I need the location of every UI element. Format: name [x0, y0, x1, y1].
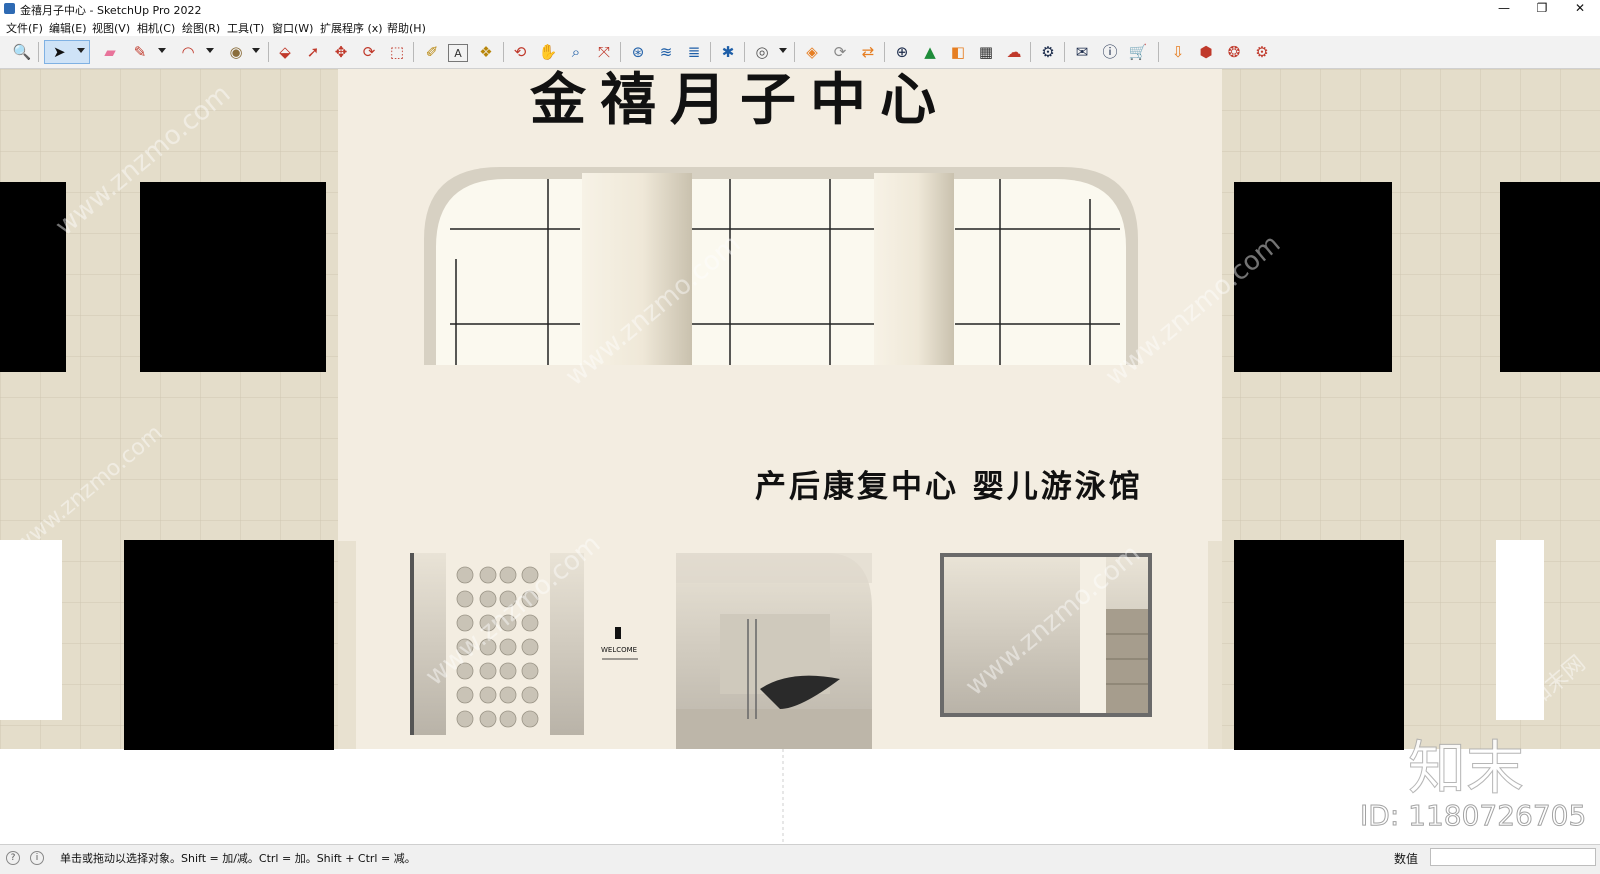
toolbar-separator [503, 42, 504, 62]
toolbar-separator [1064, 42, 1065, 62]
menu-tools[interactable]: 工具(T) [227, 20, 264, 36]
mail-icon[interactable]: ✉ [1070, 40, 1094, 64]
main-toolbar: 🔍 ➤ ▰ ✎ ◠ ◉ ⬙ ➚ ✥ ⟳ ⬚ ✐ A ❖ ⟲ ✋ ⌕ ⤧ ⊛ ≋ … [0, 36, 1600, 69]
toolbar-separator [1030, 42, 1031, 62]
move-icon[interactable]: ✥ [329, 40, 353, 64]
layers-icon[interactable]: ≣ [682, 40, 706, 64]
welcome-label: WELCOME [601, 646, 638, 654]
menu-view[interactable]: 视图(V) [92, 20, 130, 36]
window-title: 金禧月子中心 - SketchUp Pro 2022 [20, 4, 202, 17]
settings-icon[interactable]: ⚙ [1250, 40, 1274, 64]
add-circle-icon[interactable]: ⊕ [890, 40, 914, 64]
pencil-dropdown-caret[interactable] [158, 48, 166, 53]
toolbar-separator [710, 42, 711, 62]
checker-icon[interactable]: ▦ [974, 40, 998, 64]
zoom-icon[interactable]: 🔍 [10, 40, 34, 64]
user-dropdown-caret[interactable] [779, 48, 787, 53]
watermark-logo: 知末 [1407, 734, 1525, 803]
watermark-id: ID: 1180726705 [1359, 799, 1587, 833]
menu-window[interactable]: 窗口(W) [272, 20, 313, 36]
credits-icon[interactable]: i [30, 851, 44, 865]
status-message: 单击或拖动以选择对象。Shift = 加/减。Ctrl = 加。Shift + … [60, 852, 416, 865]
follow-me-icon[interactable]: ➚ [301, 40, 325, 64]
measurements-label: 数值 [1394, 852, 1419, 866]
toolbar-separator [413, 42, 414, 62]
rotate-icon[interactable]: ⟳ [357, 40, 381, 64]
tree-icon[interactable]: ▲ [918, 40, 942, 64]
box-icon[interactable]: ⬢ [1194, 40, 1218, 64]
sandbox-icon[interactable]: ✱ [716, 40, 740, 64]
title-bar: 金禧月子中心 - SketchUp Pro 2022 — ❐ ✕ [0, 0, 1600, 18]
sign-subtitle: 产后康复中心 婴儿游泳馆 [755, 469, 1143, 505]
select-dropdown-caret[interactable] [77, 48, 85, 53]
push-pull-icon[interactable]: ⬙ [273, 40, 297, 64]
paint-bucket-icon[interactable]: ◉ [224, 40, 248, 64]
eraser-icon[interactable]: ▰ [98, 40, 122, 64]
toolbar-separator [38, 42, 39, 62]
menu-draw[interactable]: 绘图(R) [182, 20, 220, 36]
stripes-icon[interactable]: ◧ [946, 40, 970, 64]
user-icon[interactable]: ◎ [750, 40, 774, 64]
warehouse-icon[interactable]: ⊛ [626, 40, 650, 64]
menu-help[interactable]: 帮助(H) [387, 20, 426, 36]
sign-title: 金禧月子中心 [530, 69, 950, 133]
cloud-upload-icon[interactable]: ☁ [1002, 40, 1026, 64]
scale-icon[interactable]: ⬚ [385, 40, 409, 64]
toolbar-separator [794, 42, 795, 62]
pencil-icon[interactable]: ✎ [128, 40, 152, 64]
gears-icon[interactable]: ⚙ [1036, 40, 1060, 64]
sketchup-app-icon [4, 3, 15, 14]
text-icon[interactable]: A [448, 44, 468, 62]
measurements-input[interactable] [1430, 848, 1596, 866]
import-icon[interactable]: ⇩ [1166, 40, 1190, 64]
refresh-icon[interactable]: ⟳ [828, 40, 852, 64]
menu-camera[interactable]: 相机(C) [137, 20, 175, 36]
toolbar-separator [620, 42, 621, 62]
arc-dropdown-caret[interactable] [206, 48, 214, 53]
extension-icon[interactable]: ≋ [654, 40, 678, 64]
toolbar-separator [268, 42, 269, 62]
plugin-tag-icon[interactable]: ◈ [800, 40, 824, 64]
maximize-button[interactable]: ❐ [1524, 0, 1560, 18]
swap-icon[interactable]: ⇄ [856, 40, 880, 64]
toolbar-separator [744, 42, 745, 62]
scene-render [0, 69, 1600, 844]
paint-icon[interactable]: ❖ [474, 40, 498, 64]
fire-icon[interactable]: ❂ [1222, 40, 1246, 64]
menu-extensions[interactable]: 扩展程序 (x) [320, 20, 383, 36]
zoom-extents-icon[interactable]: ⤧ [592, 40, 616, 64]
cart-icon[interactable]: 🛒 [1126, 40, 1150, 64]
zoom-tool-icon[interactable]: ⌕ [564, 40, 588, 64]
model-viewport[interactable]: 金禧月子中心 产后康复中心 婴儿游泳馆 WELCOME www.znzmo.co… [0, 69, 1600, 844]
orbit-icon[interactable]: ⟲ [508, 40, 532, 64]
geo-location-icon[interactable]: ? [6, 851, 20, 865]
status-bar: ? i 单击或拖动以选择对象。Shift = 加/减。Ctrl = 加。Shif… [0, 844, 1600, 874]
arc-icon[interactable]: ◠ [176, 40, 200, 64]
menu-file[interactable]: 文件(F) [6, 20, 43, 36]
menu-bar: 文件(F) 编辑(E) 视图(V) 相机(C) 绘图(R) 工具(T) 窗口(W… [0, 18, 1600, 36]
pan-icon[interactable]: ✋ [536, 40, 560, 64]
toolbar-separator [1158, 42, 1159, 62]
close-button[interactable]: ✕ [1562, 0, 1598, 18]
minimize-button[interactable]: — [1486, 0, 1522, 18]
menu-edit[interactable]: 编辑(E) [49, 20, 87, 36]
paint-dropdown-caret[interactable] [252, 48, 260, 53]
tape-measure-icon[interactable]: ✐ [420, 40, 444, 64]
toolbar-separator [884, 42, 885, 62]
info-icon[interactable]: ⓘ [1098, 40, 1122, 64]
